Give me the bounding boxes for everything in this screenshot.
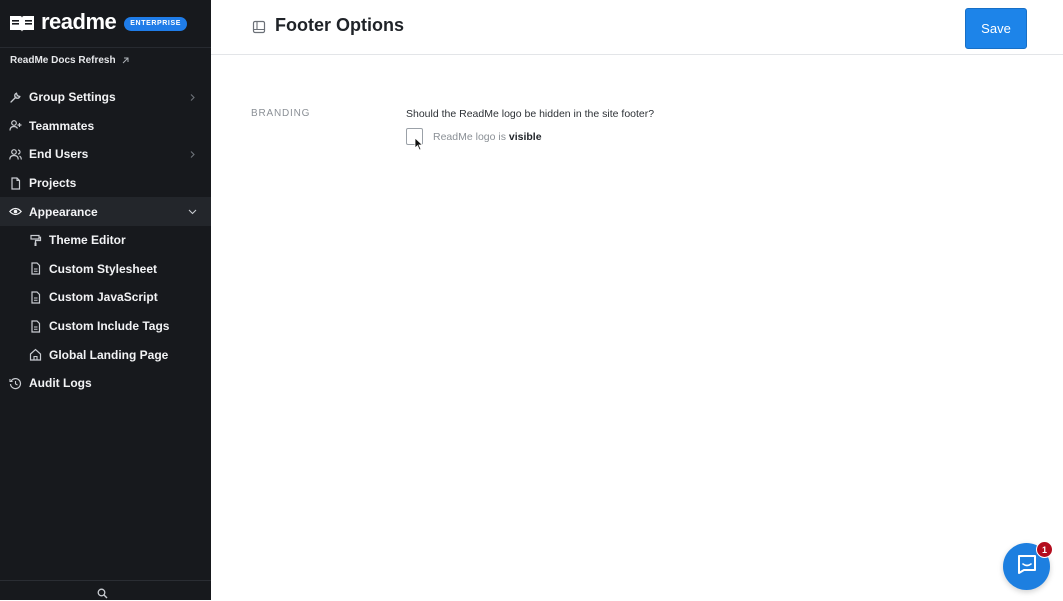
sidebar-item-label: Global Landing Page [49, 347, 169, 362]
sidebar-item-label: Custom JavaScript [49, 290, 158, 305]
sidebar-item-label: Teammates [29, 118, 95, 133]
sidebar-divider [0, 47, 211, 48]
chevron-right-icon [188, 150, 197, 159]
sidebar-item-appearance[interactable]: Appearance [0, 197, 211, 226]
sidebar-item-group-settings[interactable]: Group Settings [0, 83, 211, 112]
readme-book-icon [9, 14, 35, 34]
sidebar-item-label: Custom Stylesheet [49, 261, 158, 276]
sidebar-item-projects[interactable]: Projects [0, 169, 211, 198]
chat-notification-badge: 1 [1036, 541, 1053, 558]
sidebar-item-label: Audit Logs [29, 376, 92, 391]
search-icon[interactable] [97, 588, 108, 599]
logo-visibility-label: ReadMe logo is visible [433, 131, 542, 143]
file-icon [29, 262, 42, 275]
project-link[interactable]: ReadMe Docs Refresh [10, 55, 130, 66]
brand-name: readme [41, 9, 117, 34]
sidebar-item-label: End Users [29, 147, 89, 162]
brand-logo[interactable]: readme ENTERPRISE [9, 9, 188, 35]
paint-roller-icon [29, 234, 42, 247]
logo-visibility-prefix: ReadMe logo is [433, 131, 509, 143]
file-icon [29, 291, 42, 304]
hide-logo-checkbox[interactable] [406, 128, 423, 145]
project-name: ReadMe Docs Refresh [10, 55, 116, 66]
home-icon [29, 348, 42, 361]
sidebar-footer [0, 580, 211, 601]
eye-icon [9, 205, 22, 218]
sidebar-item-label: Custom Include Tags [49, 319, 170, 334]
page-header: Footer Options Save [211, 0, 1063, 55]
sidebar-item-theme-editor[interactable]: Theme Editor [0, 226, 211, 255]
sidebar-item-custom-include-tags[interactable]: Custom Include Tags [0, 312, 211, 341]
hide-logo-question: Should the ReadMe logo be hidden in the … [406, 108, 655, 120]
history-icon [9, 377, 22, 390]
sidebar-item-label: Appearance [29, 204, 98, 219]
chevron-right-icon [188, 93, 197, 102]
sidebar: readme ENTERPRISE ReadMe Docs Refresh Gr… [0, 0, 211, 600]
document-icon [9, 176, 22, 190]
section-label-branding: BRANDING [251, 108, 311, 119]
sidebar-item-label: Group Settings [29, 90, 116, 105]
chat-icon [1016, 553, 1038, 580]
sidebar-nav: Group Settings Teammates End Users Proje… [0, 83, 211, 398]
sidebar-item-custom-stylesheet[interactable]: Custom Stylesheet [0, 255, 211, 284]
save-button[interactable]: Save [965, 8, 1027, 49]
users-icon [9, 148, 22, 161]
enterprise-badge: ENTERPRISE [124, 17, 188, 31]
logo-visibility-state: visible [508, 131, 542, 143]
sidebar-item-global-landing-page[interactable]: Global Landing Page [0, 340, 211, 369]
file-icon [29, 319, 42, 333]
add-user-icon [9, 119, 22, 132]
wrench-icon [9, 91, 22, 104]
sidebar-item-end-users[interactable]: End Users [0, 140, 211, 169]
layout-icon [252, 20, 266, 34]
sidebar-item-custom-javascript[interactable]: Custom JavaScript [0, 283, 211, 312]
sidebar-item-label: Theme Editor [49, 233, 126, 248]
chevron-down-icon [188, 207, 197, 216]
sidebar-item-label: Projects [29, 176, 77, 191]
sidebar-item-audit-logs[interactable]: Audit Logs [0, 369, 211, 398]
external-link-icon [121, 56, 130, 65]
page-title: Footer Options [275, 15, 404, 35]
sidebar-item-teammates[interactable]: Teammates [0, 112, 211, 141]
